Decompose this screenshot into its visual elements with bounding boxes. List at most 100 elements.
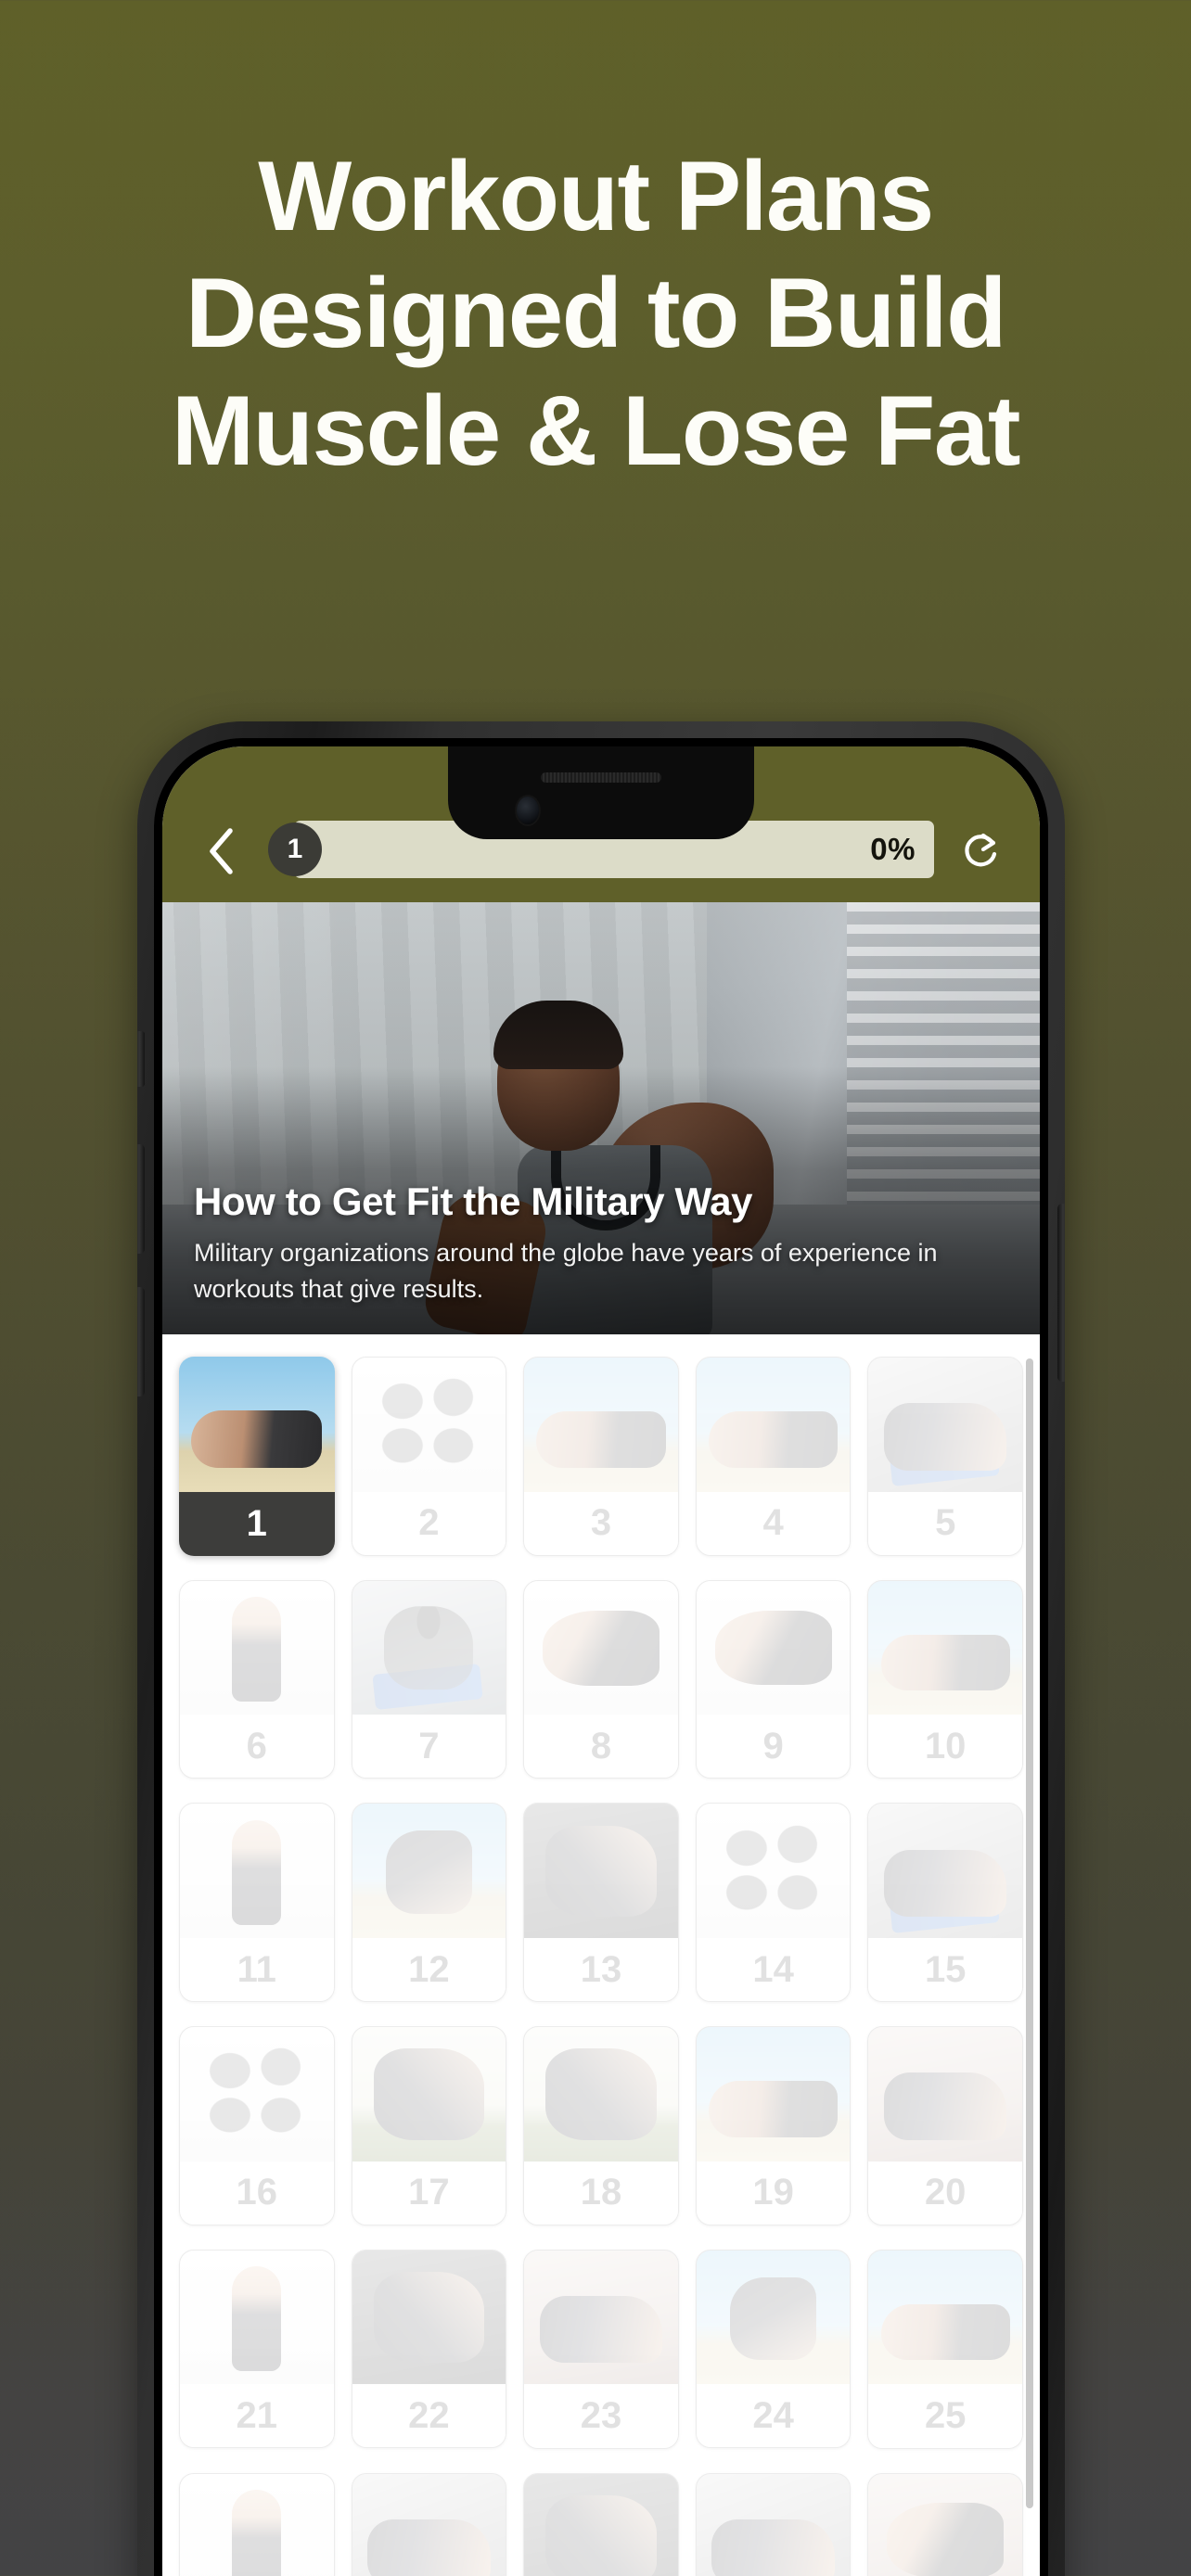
workout-tile-24[interactable]: 24 <box>695 2249 852 2449</box>
thumbnail-pose-figure <box>709 1410 839 1468</box>
workout-tile-12[interactable]: 12 <box>351 1803 507 2003</box>
workout-tile-number: 12 <box>352 1938 506 2002</box>
workout-tile-22[interactable]: 22 <box>351 2249 507 2449</box>
workout-tile-number: 18 <box>524 2161 678 2225</box>
hero-title: How to Get Fit the Military Way <box>194 1180 753 1224</box>
workout-tile-number: 15 <box>868 1938 1022 2002</box>
thumbnail-pose-figure <box>545 1825 657 1917</box>
workout-thumbnail <box>524 1804 678 1939</box>
workout-tile-number: 14 <box>696 1938 851 2002</box>
workout-tile-1[interactable]: 1 <box>179 1357 335 1556</box>
workout-tile-10[interactable]: 10 <box>867 1579 1023 1779</box>
refresh-icon <box>965 833 997 867</box>
workout-tile-8[interactable]: 8 <box>523 1579 679 1779</box>
workout-tile-13[interactable]: 13 <box>523 1803 679 2003</box>
workout-tile-29[interactable]: 29 <box>695 2472 852 2576</box>
refresh-button[interactable] <box>954 824 1008 878</box>
page-title: Workout Plans Designed to Build Muscle &… <box>0 137 1191 489</box>
chevron-left-icon <box>210 828 233 874</box>
thumbnail-pose-figure <box>709 2080 839 2137</box>
workout-thumbnail <box>180 2473 334 2576</box>
hero-card[interactable]: How to Get Fit the Military Way Military… <box>162 902 1040 1334</box>
workout-tile-9[interactable]: 9 <box>695 1579 852 1779</box>
workout-tile-20[interactable]: 20 <box>867 2026 1023 2225</box>
thumbnail-pose-figure <box>386 1830 472 1914</box>
workout-tile-3[interactable]: 3 <box>523 1357 679 1556</box>
thumbnail-pose-figure <box>887 2503 1005 2576</box>
hero-text-block: How to Get Fit the Military Way Military… <box>194 1180 1008 1307</box>
workout-tile-11[interactable]: 11 <box>179 1803 335 2003</box>
workout-tile-15[interactable]: 15 <box>867 1803 1023 2003</box>
thumbnail-pose-figure <box>543 1610 660 1686</box>
workout-tile-23[interactable]: 23 <box>523 2249 679 2449</box>
workout-thumbnail <box>352 1358 506 1492</box>
workout-thumbnail <box>524 1580 678 1715</box>
workout-tile-number: 19 <box>696 2161 851 2225</box>
workout-tile-2[interactable]: 2 <box>351 1357 507 1556</box>
phone-volume-down-button[interactable] <box>137 1287 145 1396</box>
phone-screen: 0% 1 How to Get Fit the Military Way Mil… <box>162 746 1040 2576</box>
workout-tile-number: 13 <box>524 1938 678 2002</box>
thumbnail-pose-figure <box>232 1819 282 1925</box>
workout-tile-number: 11 <box>180 1938 334 2002</box>
workout-thumbnail <box>696 1580 851 1715</box>
workout-tile-14[interactable]: 14 <box>695 1803 852 2003</box>
workout-tile-27[interactable]: 27 <box>351 2472 507 2576</box>
workout-tile-number: 23 <box>524 2384 678 2448</box>
phone-notch <box>448 746 754 839</box>
phone-mute-switch[interactable] <box>137 1031 145 1087</box>
workout-tile-7[interactable]: 7 <box>351 1579 507 1779</box>
workout-tile-number: 17 <box>352 2161 506 2225</box>
workout-tile-6[interactable]: 6 <box>179 1579 335 1779</box>
content-scrollbar[interactable] <box>1026 1358 1033 2508</box>
thumbnail-pose-figure <box>384 1606 474 1690</box>
workout-thumbnail <box>524 2027 678 2162</box>
workout-thumbnail <box>352 1804 506 1939</box>
workout-tile-28[interactable]: 28 <box>523 2472 679 2576</box>
workout-tile-18[interactable]: 18 <box>523 2026 679 2225</box>
workout-tile-5[interactable]: 5 <box>867 1357 1023 1556</box>
workout-thumbnail <box>696 2027 851 2162</box>
workout-thumbnail <box>180 1804 334 1939</box>
workout-tile-number: 1 <box>179 1491 335 1556</box>
workout-thumbnail <box>696 2250 851 2385</box>
thumbnail-pose-figure <box>545 2494 657 2576</box>
workout-tile-number: 6 <box>180 1715 334 1779</box>
thumbnail-pose-figure <box>717 1822 829 1919</box>
workout-thumbnail <box>868 2473 1022 2576</box>
workout-tile-16[interactable]: 16 <box>179 2026 335 2225</box>
workout-tile-number: 24 <box>696 2384 851 2448</box>
workout-thumbnail <box>352 1580 506 1715</box>
workout-tile-30[interactable]: 30 <box>867 2472 1023 2576</box>
workout-grid: 1 2 3 4 5 6 7 8 9 10 11 12 13 14 15 16 17 18 19 20 21 22 23 24 2… <box>179 1357 1023 2576</box>
workout-tile-17[interactable]: 17 <box>351 2026 507 2225</box>
thumbnail-pose-figure <box>373 2048 484 2140</box>
thumbnail-pose-figure <box>539 2296 663 2364</box>
thumbnail-pose-figure <box>545 2048 657 2140</box>
workout-thumbnail <box>524 2250 678 2385</box>
thumbnail-pose-figure <box>232 1597 282 1702</box>
workout-tile-19[interactable]: 19 <box>695 2026 852 2225</box>
thumbnail-pose-figure <box>730 2276 816 2361</box>
thumbnail-pose-figure <box>232 2489 282 2576</box>
workout-tile-number: 4 <box>696 1491 851 1555</box>
workout-tile-26[interactable]: 26 <box>179 2472 335 2576</box>
workout-tile-number: 25 <box>868 2384 1022 2448</box>
workout-tile-number: 5 <box>868 1491 1022 1555</box>
headline-line-3: Muscle & Lose Fat <box>172 374 1020 486</box>
workout-tile-21[interactable]: 21 <box>179 2249 335 2449</box>
workout-tile-number: 20 <box>868 2161 1022 2225</box>
thumbnail-pose-figure <box>536 1410 666 1468</box>
workout-tile-25[interactable]: 25 <box>867 2249 1023 2449</box>
workout-tile-number: 8 <box>524 1715 678 1779</box>
workout-grid-area[interactable]: 1 2 3 4 5 6 7 8 9 10 11 12 13 14 15 16 17 18 19 20 21 22 23 24 2… <box>162 1334 1040 2576</box>
workout-thumbnail <box>180 2027 334 2162</box>
workout-tile-4[interactable]: 4 <box>695 1357 852 1556</box>
back-button[interactable] <box>194 824 248 878</box>
headline-line-1: Workout Plans <box>258 140 934 251</box>
phone-power-button[interactable] <box>1057 1204 1065 1382</box>
phone-volume-up-button[interactable] <box>137 1144 145 1254</box>
workout-thumbnail <box>696 2473 851 2576</box>
thumbnail-pose-figure <box>367 2519 491 2576</box>
phone-mockup: 0% 1 How to Get Fit the Military Way Mil… <box>137 721 1065 2576</box>
